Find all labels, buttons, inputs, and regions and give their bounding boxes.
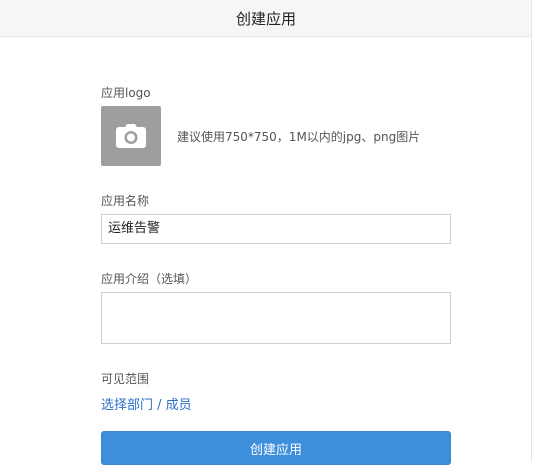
page-header: 创建应用 — [0, 0, 532, 37]
page-title: 创建应用 — [235, 9, 296, 28]
select-department-member-link[interactable]: 选择部门 / 成员 — [101, 394, 192, 413]
create-app-button[interactable]: 创建应用 — [101, 431, 451, 465]
app-description-input[interactable] — [101, 292, 451, 344]
camera-icon — [116, 124, 146, 148]
logo-label: 应用logo — [101, 86, 151, 100]
app-name-input[interactable]: 运维告警 — [101, 214, 451, 244]
scrollbar[interactable] — [531, 0, 543, 462]
app-description-label: 应用介绍（选填） — [101, 272, 198, 286]
visibility-scope-label: 可见范围 — [101, 372, 150, 386]
app-name-label: 应用名称 — [101, 194, 150, 208]
create-app-button-label: 创建应用 — [249, 442, 302, 458]
logo-hint: 建议使用750*750，1M以内的jpg、png图片 — [177, 130, 421, 144]
logo-upload-button[interactable] — [101, 106, 161, 166]
